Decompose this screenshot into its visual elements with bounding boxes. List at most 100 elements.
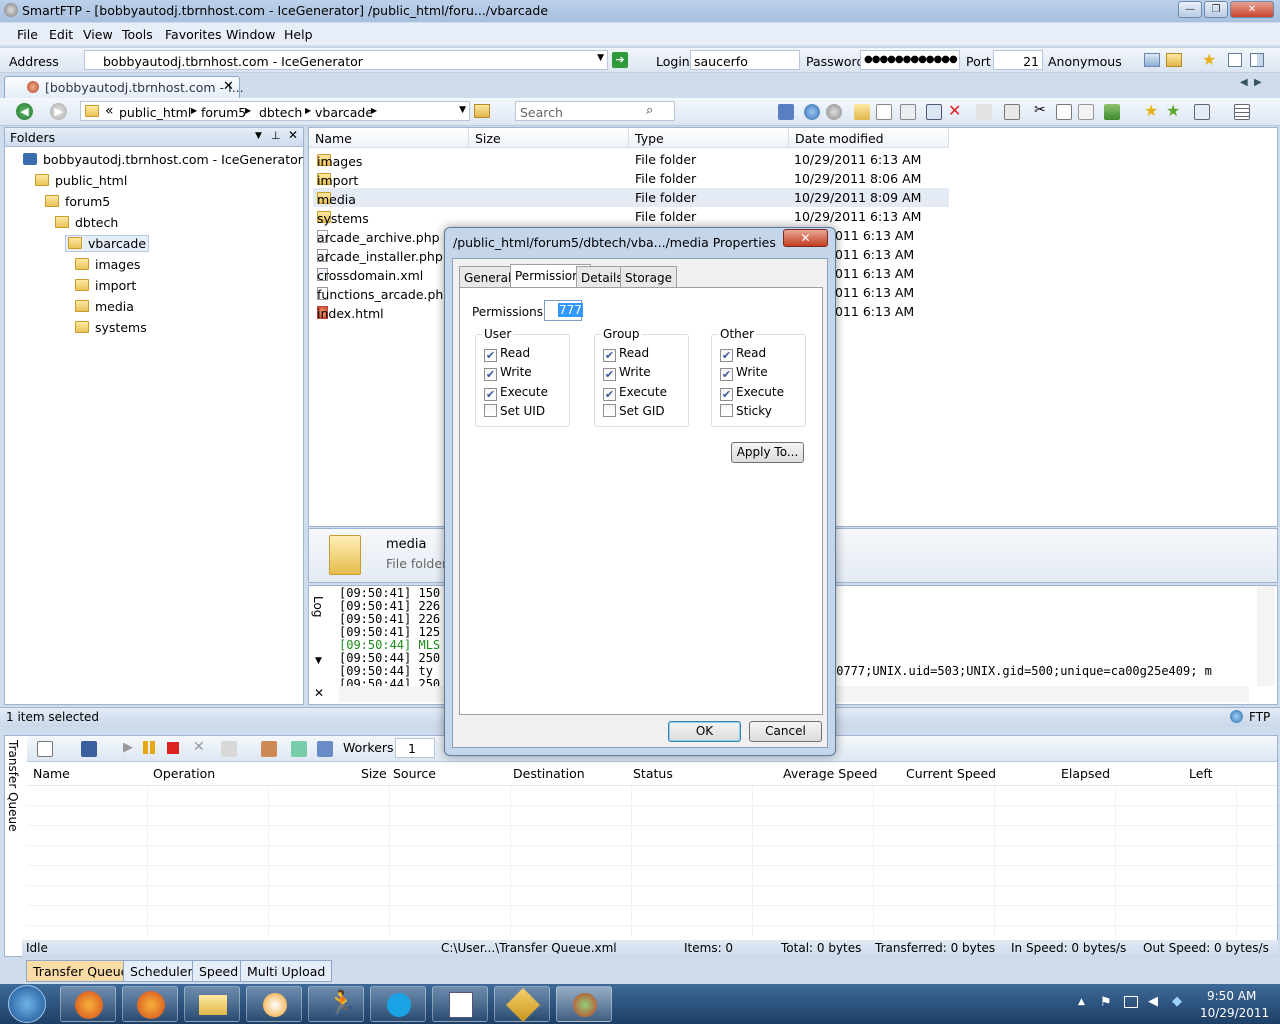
list-view-icon[interactable]	[1234, 104, 1250, 120]
queue-remove-icon[interactable]: ✕	[193, 739, 205, 755]
delete-icon[interactable]: ✕	[948, 101, 961, 120]
breadcrumb-sep-icon[interactable]: ▶	[191, 106, 197, 115]
breadcrumb-overflow[interactable]: «	[105, 103, 114, 119]
tree-item-vbarcade[interactable]: vbarcade	[65, 235, 150, 252]
dialog-close-button[interactable]: ✕	[783, 229, 828, 247]
log-vscrollbar[interactable]	[1257, 586, 1275, 686]
refresh-icon[interactable]	[804, 104, 820, 120]
search-icon[interactable]: ⌕	[646, 103, 653, 118]
pin-icon[interactable]: ⊥	[271, 129, 281, 142]
view-icon[interactable]	[926, 104, 942, 120]
file-row-selected[interactable]: media File folder 10/29/2011 8:09 AM	[313, 188, 949, 207]
layout-split-icon[interactable]	[1250, 53, 1264, 67]
clock-date[interactable]: 10/29/2011	[1200, 1006, 1269, 1020]
tab-multi-upload[interactable]: Multi Upload	[240, 960, 333, 982]
anonymous-option[interactable]: Anonymous	[1048, 54, 1122, 69]
queue-new-icon[interactable]	[37, 741, 53, 757]
queue-column-status[interactable]: Status	[633, 766, 673, 786]
tree-item-forum5[interactable]: forum5	[45, 194, 110, 209]
other-read-checkbox[interactable]: ✔ Read	[720, 346, 766, 362]
options-icon[interactable]	[1194, 104, 1210, 120]
paste-icon[interactable]	[1078, 104, 1094, 120]
doc-tab-active[interactable]: [bobbyautodj.tbrnhost.com - I... ✕	[4, 76, 244, 98]
other-execute-checkbox[interactable]: ✔ Execute	[720, 385, 784, 401]
queue-column-current-speed[interactable]: Current Speed	[906, 766, 996, 786]
tree-item-dbtech[interactable]: dbtech	[55, 215, 118, 230]
folder-open-icon[interactable]	[1166, 53, 1182, 67]
queue-folder-icon[interactable]	[221, 741, 237, 757]
group-execute-checkbox[interactable]: ✔ Execute	[603, 385, 667, 401]
add-favorite-icon[interactable]: ★	[1144, 101, 1158, 120]
edit-icon[interactable]	[976, 104, 992, 120]
flag-icon[interactable]: ⚑	[1100, 995, 1112, 1010]
auto-transfer-icon[interactable]	[1104, 104, 1120, 120]
back-icon[interactable]: ◀	[16, 103, 33, 120]
file-row[interactable]: import File folder 10/29/2011 8:06 AM	[313, 169, 949, 188]
password-field[interactable]: ●●●●●●●●●●●●	[860, 50, 960, 70]
group-setgid-checkbox[interactable]: Set GID	[603, 404, 665, 418]
breadcrumb-item-dbtech[interactable]: dbtech	[259, 105, 302, 120]
tab-transfer-queue[interactable]: Transfer Queue	[26, 960, 136, 982]
tree-item-server[interactable]: bobbyautodj.tbrnhost.com - IceGenerator	[23, 152, 303, 167]
breadcrumb-item-vbarcade[interactable]: vbarcade	[315, 105, 373, 120]
stop-icon[interactable]	[826, 104, 842, 120]
go-icon[interactable]: ➔	[612, 52, 628, 68]
tab-scroll-left-icon[interactable]: ◀	[1240, 77, 1248, 88]
pin-icon[interactable]: ▼	[315, 656, 322, 666]
user-execute-checkbox[interactable]: ✔ Execute	[484, 385, 548, 401]
menu-window[interactable]: Window	[226, 27, 275, 42]
rename-icon[interactable]	[876, 104, 892, 120]
tree-item-media[interactable]: media	[75, 299, 134, 314]
network-icon[interactable]	[1124, 996, 1138, 1008]
breadcrumb-sep-icon[interactable]: ▶	[245, 106, 251, 115]
up-folder-icon[interactable]	[474, 104, 490, 118]
menu-tools[interactable]: Tools	[122, 27, 153, 42]
favorites-star-icon[interactable]: ★	[1202, 50, 1216, 69]
tab-speed[interactable]: Speed	[192, 960, 246, 982]
menu-help[interactable]: Help	[284, 27, 313, 42]
volume-icon[interactable]: ◀	[1148, 994, 1158, 1009]
chevron-down-icon[interactable]: ▼	[255, 131, 262, 141]
menu-edit[interactable]: Edit	[49, 27, 73, 42]
queue-column-source[interactable]: Source	[393, 766, 436, 786]
queue-column-operation[interactable]: Operation	[153, 766, 215, 786]
column-header-name[interactable]: Name	[309, 128, 469, 148]
clock-time[interactable]: 9:50 AM	[1207, 989, 1256, 1003]
workers-stepper[interactable]: 1	[395, 738, 435, 758]
queue-save-icon[interactable]	[81, 741, 97, 757]
queue-column-destination[interactable]: Destination	[513, 766, 585, 786]
properties-icon[interactable]	[900, 104, 916, 120]
close-pane-icon[interactable]: ✕	[288, 128, 298, 142]
taskbar-explorer[interactable]	[184, 986, 240, 1022]
transfer-icon[interactable]	[778, 104, 794, 120]
user-write-checkbox[interactable]: ✔ Write	[484, 365, 532, 381]
port-field[interactable]: 21	[993, 50, 1043, 70]
tab-storage[interactable]: Storage	[620, 266, 677, 287]
taskbar-tool[interactable]	[494, 986, 550, 1022]
taskbar-media[interactable]	[246, 986, 302, 1022]
menu-file[interactable]: File	[17, 27, 38, 42]
print-icon[interactable]	[1004, 104, 1020, 120]
cut-icon[interactable]: ✂	[1034, 102, 1046, 118]
breadcrumb-item-forum5[interactable]: forum5	[201, 105, 246, 120]
file-row[interactable]: images File folder 10/29/2011 6:13 AM	[313, 150, 949, 169]
ok-button[interactable]: OK	[668, 721, 741, 742]
other-write-checkbox[interactable]: ✔ Write	[720, 365, 768, 381]
chevron-down-icon[interactable]: ▼	[459, 105, 466, 115]
tab-general[interactable]: General	[459, 266, 517, 287]
tray-arrow-icon[interactable]: ▲	[1078, 997, 1085, 1007]
tab-scheduler[interactable]: Scheduler	[123, 960, 200, 982]
queue-pause-icon[interactable]	[143, 741, 155, 754]
close-tab-icon[interactable]: ✕	[223, 79, 234, 94]
queue-column-elapsed[interactable]: Elapsed	[1061, 766, 1110, 786]
queue-column-size[interactable]: Size	[361, 766, 387, 786]
queue-stop-icon[interactable]	[167, 742, 179, 754]
tree-item-images[interactable]: images	[75, 257, 140, 272]
login-field[interactable]: saucerfo	[690, 50, 800, 70]
start-button[interactable]	[8, 985, 46, 1023]
queue-column-left[interactable]: Left	[1189, 766, 1213, 786]
column-header-size[interactable]: Size	[469, 128, 629, 148]
group-write-checkbox[interactable]: ✔ Write	[603, 365, 651, 381]
permissions-input[interactable]: 777	[544, 300, 583, 321]
forward-icon[interactable]: ▶	[50, 103, 67, 120]
